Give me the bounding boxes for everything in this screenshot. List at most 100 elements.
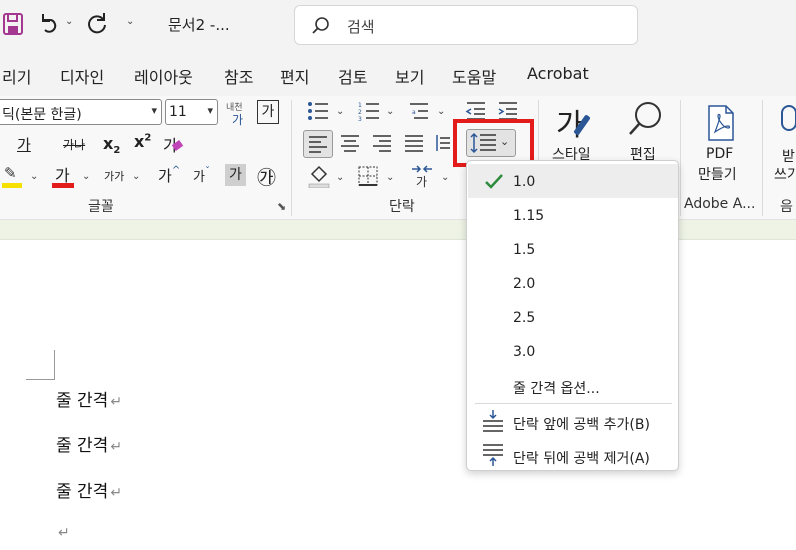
check-icon [485, 174, 503, 189]
line-spacing-options-item[interactable]: 줄 간격 옵션... [468, 368, 678, 402]
character-shading-button[interactable]: 가 [225, 164, 246, 186]
create-pdf-label-2: 만들기 [698, 167, 737, 183]
line-spacing-option-1-0[interactable]: 1.0 [468, 164, 678, 198]
superscript-button[interactable]: x2 [134, 132, 151, 151]
superscript-mark: 2 [144, 132, 152, 144]
svg-text:1: 1 [358, 102, 362, 109]
menu-tab-help[interactable]: 도움말 [452, 64, 496, 88]
change-case-dropdown-icon[interactable]: ⌄ [132, 171, 140, 182]
numbering-icon[interactable]: 1 2 3 [358, 101, 380, 125]
font-color-dropdown-icon[interactable]: ⌄ [82, 171, 90, 182]
menu-tab-references[interactable]: 참조 [224, 64, 253, 88]
distributed-icon[interactable] [436, 134, 454, 156]
bullets-icon[interactable] [307, 101, 329, 125]
document-paragraph[interactable]: ↵ [56, 522, 70, 542]
strikethrough-button[interactable]: 가나 [63, 136, 85, 153]
superscript-label: x [134, 132, 145, 151]
line-spacing-option-2-5[interactable]: 2.5 [468, 300, 678, 334]
text-direction-icon[interactable]: 가 [410, 164, 434, 192]
shrink-font-icon: ˇ [204, 166, 210, 177]
character-border-button[interactable]: 가 [257, 100, 279, 124]
font-dialog-launcher-icon[interactable]: ⬊ [277, 200, 286, 213]
create-pdf-button[interactable]: PDF 만들기 [690, 100, 752, 184]
line-spacing-option-1-5[interactable]: 1.5 [468, 232, 678, 266]
ribbon-separator [762, 100, 763, 216]
remove-space-after-item[interactable]: 단락 뒤에 공백 제거(A) [468, 438, 678, 472]
undo-dropdown-icon[interactable]: ⌄ [65, 16, 73, 27]
search-icon [629, 102, 661, 135]
menu-tab-mailings[interactable]: 편지 [280, 64, 309, 88]
subscript-button[interactable]: x2 [103, 134, 120, 156]
document-paragraph[interactable]: 줄 간격 ↵ [56, 386, 122, 411]
align-center-icon[interactable] [340, 134, 360, 156]
underline-button[interactable]: 가 [17, 134, 31, 155]
paragraph-text: 줄 간격 [56, 391, 109, 411]
pdf-icon [708, 105, 734, 141]
document-title: 문서2 -... [168, 16, 230, 34]
option-label: 단락 뒤에 공백 제거(A) [513, 451, 650, 467]
multilevel-list-dropdown-icon[interactable]: ⌄ [437, 106, 445, 117]
menu-tab-design[interactable]: 디자인 [60, 64, 104, 88]
enclose-characters-button[interactable]: ㉮ [257, 163, 276, 190]
grow-font-char: 가 [158, 167, 172, 185]
borders-icon[interactable] [358, 166, 378, 190]
align-right-icon[interactable] [372, 134, 392, 156]
text-direction-dropdown-icon[interactable]: ⌄ [441, 172, 449, 183]
clear-formatting-button[interactable]: 가 [163, 132, 184, 156]
line-spacing-option-1-15[interactable]: 1.15 [468, 198, 678, 232]
change-case-button[interactable]: 가가 [104, 168, 124, 184]
redo-icon[interactable] [84, 11, 110, 41]
dictate-button[interactable]: 받 쓰기 [772, 100, 796, 184]
paragraph-mark-icon: ↵ [110, 439, 123, 455]
option-label: 줄 간격 옵션... [513, 381, 600, 397]
justify-icon[interactable] [404, 134, 424, 156]
menu-bar: 리기 디자인 레이아웃 참조 편지 검토 보기 도움말 Acrobat [0, 52, 796, 96]
svg-text:3: 3 [358, 116, 362, 121]
font-name-select[interactable]: 딕(본문 한글) ▾ [0, 99, 162, 125]
font-color-button[interactable]: 가 [52, 162, 74, 188]
menu-tab-layout[interactable]: 레이아웃 [134, 64, 193, 88]
borders-dropdown-icon[interactable]: ⌄ [386, 172, 394, 183]
shrink-font-button[interactable]: 가ˇ [193, 166, 210, 185]
document-paragraph[interactable]: 줄 간격 ↵ [56, 431, 122, 456]
styles-button[interactable]: 가 스타일 [550, 100, 600, 163]
font-size-select[interactable]: 11 ▾ [165, 99, 218, 125]
paragraph-mark-icon: ↵ [58, 525, 70, 541]
option-label: 단락 앞에 공백 추가(B) [513, 417, 650, 433]
shading-icon[interactable] [308, 164, 330, 192]
multilevel-list-icon[interactable]: a [408, 101, 430, 125]
highlight-color-button[interactable]: ✎ [2, 164, 22, 188]
option-label: 2.0 [513, 276, 536, 292]
menu-tab-acrobat[interactable]: Acrobat [527, 64, 589, 83]
search-box[interactable]: 검색 [294, 5, 638, 45]
undo-icon[interactable] [37, 12, 61, 40]
paragraph-group-label: 단락 [389, 199, 415, 215]
menu-tab-home[interactable]: 리기 [2, 64, 31, 88]
line-spacing-option-2-0[interactable]: 2.0 [468, 266, 678, 300]
shrink-font-char: 가 [193, 170, 205, 185]
search-icon [312, 17, 329, 34]
margin-corner-mark [26, 379, 55, 380]
ribbon-separator [680, 100, 681, 216]
line-spacing-option-3-0[interactable]: 3.0 [468, 334, 678, 368]
bullets-dropdown-icon[interactable]: ⌄ [336, 106, 344, 117]
save-icon[interactable] [2, 12, 24, 40]
numbering-dropdown-icon[interactable]: ⌄ [386, 106, 394, 117]
customize-qat-icon[interactable]: ⌄ [126, 16, 134, 27]
add-space-before-item[interactable]: 단락 앞에 공백 추가(B) [468, 404, 678, 438]
line-spacing-menu: 1.0 1.15 1.5 2.0 2.5 3.0 줄 간격 옵션... 단락 앞… [466, 160, 679, 471]
grow-font-button[interactable]: 가^ [158, 165, 180, 186]
menu-tab-review[interactable]: 검토 [338, 64, 367, 88]
font-size-value: 11 [169, 104, 187, 120]
editing-button[interactable]: 편집 [622, 100, 668, 163]
highlight-dropdown-icon[interactable]: ⌄ [30, 171, 38, 182]
option-label: 2.5 [513, 310, 536, 326]
paragraph-mark-icon: ↵ [110, 485, 123, 501]
paragraph-text: 줄 간격 [56, 482, 109, 502]
option-label: 1.15 [513, 208, 545, 224]
menu-tab-view[interactable]: 보기 [395, 64, 424, 88]
align-left-button[interactable] [303, 130, 333, 158]
svg-text:2: 2 [358, 109, 362, 116]
document-paragraph[interactable]: 줄 간격 ↵ [56, 477, 122, 502]
shading-dropdown-icon[interactable]: ⌄ [336, 172, 344, 183]
